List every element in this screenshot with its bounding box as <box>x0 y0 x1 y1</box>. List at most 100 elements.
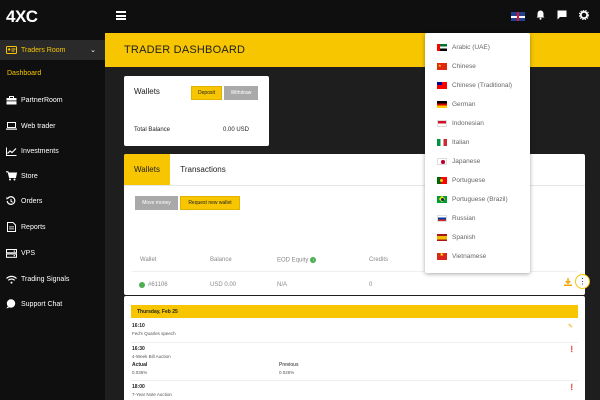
sidebar-item-reports[interactable]: Reports <box>0 217 105 237</box>
sidebar-item-label: Support Chat <box>21 300 63 308</box>
wallets-card: Wallets Deposit Withdraw Total Balance 0… <box>124 76 269 146</box>
sidebar-item-label: Reports <box>21 223 46 231</box>
sidebar-sub-item-dashboard[interactable]: Dashboard <box>7 70 41 77</box>
id-card-icon <box>5 45 17 55</box>
language-option-russian[interactable]: Russian <box>437 212 475 224</box>
language-option-chinese[interactable]: ★ Chinese <box>437 60 476 72</box>
sidebar-item-trading-signals[interactable]: Trading Signals <box>0 269 105 289</box>
language-option-spanish[interactable]: Spanish <box>437 231 476 243</box>
actual-label: Actual <box>132 362 148 368</box>
move-money-button[interactable]: Move money <box>135 196 178 210</box>
event-time: 16:30 <box>132 346 145 352</box>
previous-value: 0.025% <box>279 370 295 375</box>
sidebar-item-partnerroom[interactable]: PartnerRoom <box>0 90 105 110</box>
wallets-title: Wallets <box>134 87 160 96</box>
economic-calendar-card: Thursday, Feb 25 16:10 Fed's Quarles spe… <box>124 296 585 400</box>
language-option-german[interactable]: German <box>437 98 475 110</box>
sidebar-item-label: Traders Room <box>21 46 66 54</box>
info-icon[interactable]: i <box>310 257 317 263</box>
menu-toggle-icon[interactable] <box>116 11 126 20</box>
sidebar-item-label: Orders <box>21 197 43 205</box>
language-option-portuguese-brazil[interactable]: Portuguese (Brazil) <box>437 193 508 205</box>
sidebar-item-label: VPS <box>21 249 36 257</box>
message-icon[interactable] <box>557 10 567 24</box>
withdraw-button[interactable]: Withdraw <box>224 86 258 100</box>
taiwan-flag-icon <box>437 81 447 89</box>
column-header-wallet: Wallet <box>140 257 157 263</box>
chat-bubble-icon <box>5 299 17 309</box>
download-icon[interactable] <box>564 278 572 288</box>
sidebar-item-label: Web trader <box>21 122 56 130</box>
event-time: 18:00 <box>132 384 145 390</box>
chart-line-icon <box>5 146 17 156</box>
language-dropdown: Arabic (UAE) ★ Chinese Chinese (Traditio… <box>425 33 530 273</box>
chevron-down-icon: ⌄ <box>90 47 96 54</box>
language-option-japanese[interactable]: Japanese <box>437 155 480 167</box>
bell-icon[interactable] <box>536 10 545 24</box>
portugal-flag-icon <box>437 176 447 184</box>
sidebar-item-traders-room[interactable]: Traders Room ⌄ <box>0 40 105 60</box>
request-new-wallet-button[interactable]: Request new wallet <box>180 196 240 210</box>
history-icon <box>5 196 17 206</box>
sidebar-item-web-trader[interactable]: Web trader <box>0 116 105 136</box>
sidebar-item-support-chat[interactable]: Support Chat <box>0 294 105 314</box>
importance-icon[interactable]: ❗ <box>568 346 575 353</box>
vertical-dots-icon: ⋮ <box>578 277 587 286</box>
sidebar-item-label: Investments <box>21 147 59 155</box>
event-name: Fed's Quarles speech <box>132 331 176 336</box>
calendar-date-header: Thursday, Feb 25 <box>131 305 578 318</box>
brazil-flag-icon <box>437 195 447 203</box>
eod-equity-cell: N/A <box>277 282 288 288</box>
more-options-button[interactable]: ⋮ <box>575 274 590 289</box>
sidebar-item-orders[interactable]: Orders <box>0 191 105 211</box>
wifi-icon <box>5 274 17 284</box>
bell-alert-icon[interactable]: ✎ <box>568 323 573 330</box>
gear-icon[interactable] <box>578 9 590 24</box>
credits-cell: 0 <box>369 282 373 288</box>
event-name: 7-Year Note Auction <box>132 392 172 397</box>
spain-flag-icon <box>437 233 447 241</box>
wallet-id-cell[interactable]: #61106 <box>148 282 168 288</box>
previous-label: Previous <box>279 362 299 368</box>
column-header-eod-equity: EOD Equity i <box>277 257 317 264</box>
sidebar-item-label: Store <box>21 172 38 180</box>
importance-icon[interactable]: ❗ <box>568 384 575 391</box>
document-icon <box>5 222 17 232</box>
sidebar-item-label: Trading Signals <box>21 275 70 283</box>
russia-flag-icon <box>437 214 447 222</box>
column-header-balance: Balance <box>210 257 232 263</box>
japan-flag-icon <box>437 157 447 165</box>
china-flag-icon: ★ <box>437 62 447 70</box>
uk-flag-icon[interactable] <box>511 12 525 21</box>
event-name: 4-Week Bill Auction <box>132 354 171 359</box>
event-divider <box>131 380 578 381</box>
briefcase-icon <box>5 95 17 105</box>
balance-cell: USD 0.00 <box>210 282 237 288</box>
event-time: 16:10 <box>132 323 145 329</box>
column-header-credits: Credits <box>369 257 389 263</box>
vietnam-flag-icon: ★ <box>437 252 447 260</box>
column-header-label: EOD Equity <box>277 257 309 264</box>
germany-flag-icon <box>437 100 447 108</box>
server-icon <box>5 248 17 258</box>
total-balance-label: Total Balance <box>134 127 171 133</box>
tab-wallets[interactable]: Wallets <box>124 154 170 185</box>
language-option-chinese-traditional[interactable]: Chinese (Traditional) <box>437 79 512 91</box>
sidebar-item-investments[interactable]: Investments <box>0 141 105 161</box>
status-online-icon <box>139 282 145 288</box>
deposit-button[interactable]: Deposit <box>191 86 222 100</box>
indonesia-flag-icon <box>437 119 447 127</box>
laptop-icon <box>5 121 17 131</box>
total-balance-value: 0.00 USD <box>223 127 250 133</box>
language-option-italian[interactable]: Italian <box>437 136 469 148</box>
sidebar-item-vps[interactable]: VPS <box>0 243 105 263</box>
language-option-arabic-uae[interactable]: Arabic (UAE) <box>437 41 490 53</box>
italy-flag-icon <box>437 138 447 146</box>
language-option-vietnamese[interactable]: ★ Vietnamese <box>437 250 486 262</box>
tab-transactions[interactable]: Transactions <box>170 154 236 185</box>
logo[interactable]: 4XC <box>6 7 38 27</box>
sidebar-item-store[interactable]: Store <box>0 166 105 186</box>
language-option-portuguese[interactable]: Portuguese <box>437 174 485 186</box>
sidebar-item-label: PartnerRoom <box>21 96 63 104</box>
language-option-indonesian[interactable]: Indonesian <box>437 117 484 129</box>
